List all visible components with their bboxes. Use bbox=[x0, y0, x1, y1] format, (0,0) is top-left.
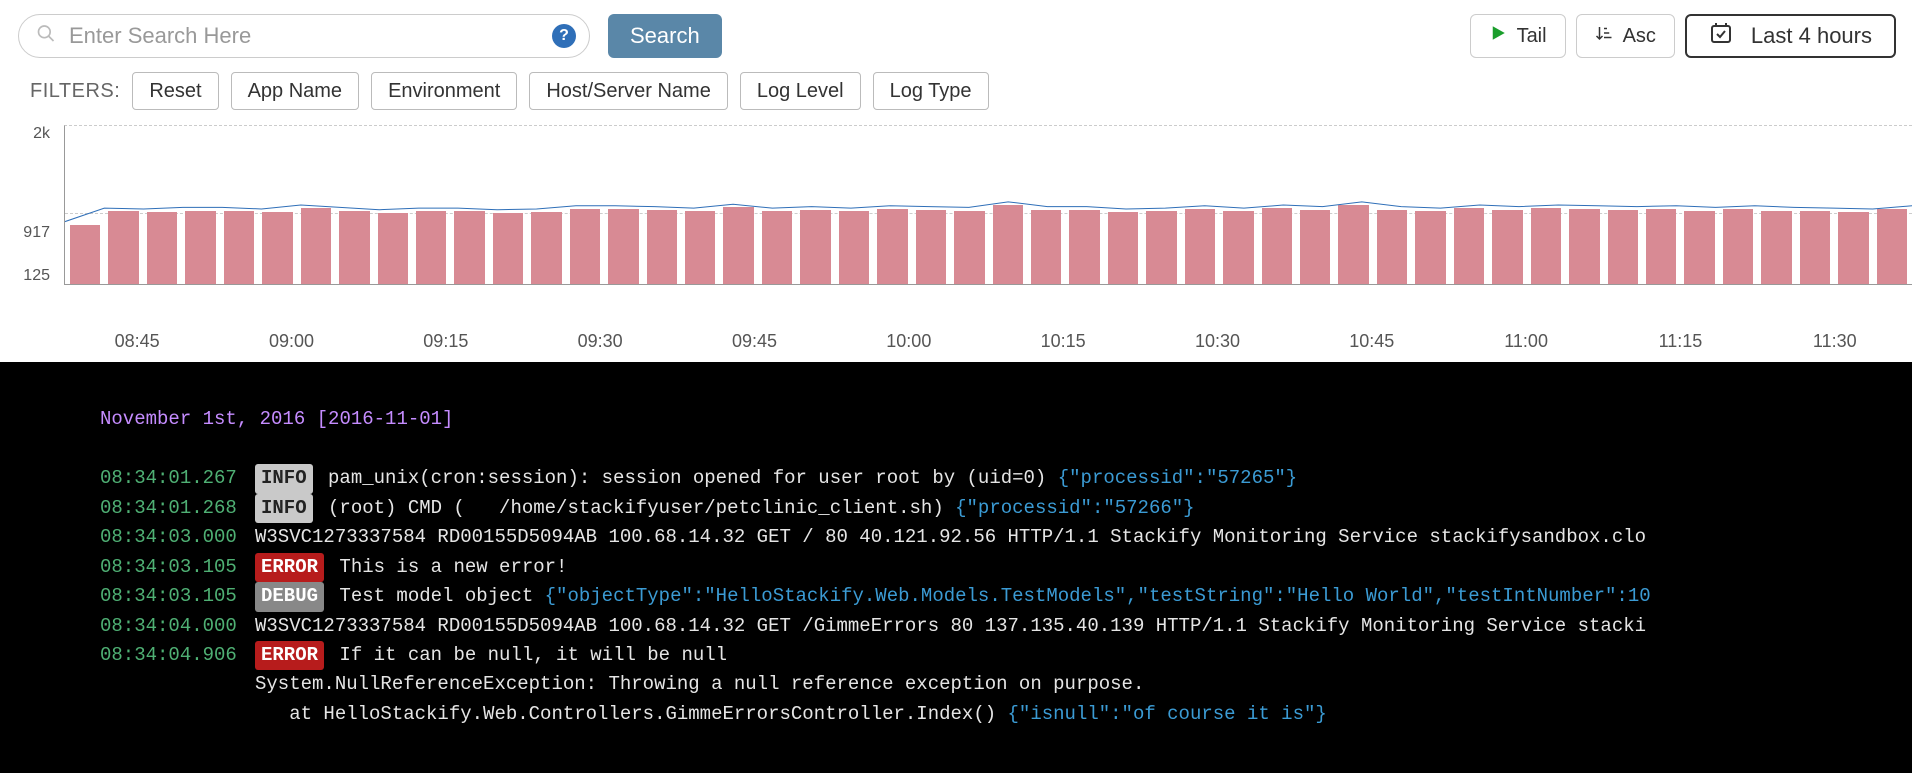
log-message: This is a new error! bbox=[339, 556, 567, 578]
filters-label: FILTERS: bbox=[30, 80, 120, 103]
log-timestamp: 08:34:03.000 bbox=[100, 523, 255, 552]
log-level-badge: INFO bbox=[255, 494, 313, 523]
log-row[interactable]: 08:34:01.267INFO pam_unix(cron:session):… bbox=[100, 464, 1912, 493]
log-message: W3SVC1273337584 RD00155D5094AB 100.68.14… bbox=[255, 526, 1646, 548]
filter-host[interactable]: Host/Server Name bbox=[529, 72, 728, 110]
log-row[interactable]: 08:34:03.000W3SVC1273337584 RD00155D5094… bbox=[100, 523, 1912, 552]
log-timestamp: 08:34:01.267 bbox=[100, 464, 255, 493]
chart-line bbox=[65, 202, 1912, 222]
log-level-badge: DEBUG bbox=[255, 582, 324, 611]
log-level-badge: INFO bbox=[255, 464, 313, 493]
xtick: 11:30 bbox=[1758, 331, 1912, 352]
log-panel: November 1st, 2016 [2016-11-01] 08:34:01… bbox=[0, 362, 1912, 773]
log-date-header: November 1st, 2016 [2016-11-01] bbox=[100, 405, 1912, 434]
xtick: 10:00 bbox=[832, 331, 986, 352]
log-json: {"isnull":"of course it is"} bbox=[1008, 703, 1327, 725]
log-row[interactable]: 08:34:04.906ERROR If it can be null, it … bbox=[100, 641, 1912, 670]
filter-environment[interactable]: Environment bbox=[371, 72, 517, 110]
log-timestamp: 08:34:03.105 bbox=[100, 582, 255, 611]
log-timestamp: 08:34:01.268 bbox=[100, 494, 255, 523]
calendar-check-icon bbox=[1709, 21, 1733, 51]
xtick: 08:45 bbox=[60, 331, 214, 352]
xtick: 10:15 bbox=[986, 331, 1140, 352]
time-range-label: Last 4 hours bbox=[1751, 23, 1872, 49]
ytick: 917 bbox=[10, 224, 50, 242]
log-message: pam_unix(cron:session): session opened f… bbox=[328, 467, 1058, 489]
log-timestamp: 08:34:04.906 bbox=[100, 641, 255, 670]
search-container: ? bbox=[18, 14, 590, 58]
log-message: W3SVC1273337584 RD00155D5094AB 100.68.14… bbox=[255, 615, 1646, 637]
chart-y-axis: 2k 917 125 bbox=[10, 125, 50, 285]
ytick: 125 bbox=[10, 267, 50, 285]
log-row[interactable]: 08:34:04.000W3SVC1273337584 RD00155D5094… bbox=[100, 612, 1912, 641]
log-message: Test model object bbox=[339, 585, 544, 607]
reset-button[interactable]: Reset bbox=[132, 72, 218, 110]
xtick: 09:30 bbox=[523, 331, 677, 352]
log-message: (root) CMD ( /home/stackifyuser/petclini… bbox=[328, 497, 955, 519]
log-message: If it can be null, it will be null bbox=[339, 644, 727, 666]
log-json: {"processid":"57266"} bbox=[955, 497, 1194, 519]
tail-button[interactable]: Tail bbox=[1470, 14, 1566, 58]
search-input[interactable] bbox=[18, 14, 590, 58]
search-icon bbox=[36, 24, 56, 49]
filter-app-name[interactable]: App Name bbox=[231, 72, 360, 110]
tail-label: Tail bbox=[1517, 25, 1547, 48]
log-row[interactable]: 08:34:01.268INFO (root) CMD ( /home/stac… bbox=[100, 494, 1912, 523]
log-json: {"objectType":"HelloStackify.Web.Models.… bbox=[545, 585, 1651, 607]
filter-log-type[interactable]: Log Type bbox=[873, 72, 989, 110]
log-json: {"processid":"57265"} bbox=[1058, 467, 1297, 489]
filter-log-level[interactable]: Log Level bbox=[740, 72, 861, 110]
log-level-badge: ERROR bbox=[255, 553, 324, 582]
chart-area: 2k 917 125 bbox=[0, 125, 1912, 325]
ytick: 2k bbox=[10, 125, 50, 143]
search-button[interactable]: Search bbox=[608, 14, 722, 58]
filter-row: FILTERS: Reset App Name Environment Host… bbox=[0, 72, 1912, 120]
chart-x-axis: 08:4509:0009:1509:3009:4510:0010:1510:30… bbox=[0, 331, 1912, 352]
xtick: 10:30 bbox=[1140, 331, 1294, 352]
asc-label: Asc bbox=[1623, 25, 1656, 48]
xtick: 10:45 bbox=[1295, 331, 1449, 352]
xtick: 11:00 bbox=[1449, 331, 1603, 352]
log-trace-line: at HelloStackify.Web.Controllers.GimmeEr… bbox=[100, 700, 1912, 729]
sort-asc-button[interactable]: Asc bbox=[1576, 14, 1675, 58]
xtick: 09:15 bbox=[369, 331, 523, 352]
play-icon bbox=[1489, 24, 1507, 48]
log-row[interactable]: 08:34:03.105ERROR This is a new error! bbox=[100, 553, 1912, 582]
log-timestamp: 08:34:04.000 bbox=[100, 612, 255, 641]
chart-plot[interactable] bbox=[64, 125, 1912, 285]
time-range-dropdown[interactable]: Last 4 hours bbox=[1685, 14, 1896, 58]
log-trace-line: System.NullReferenceException: Throwing … bbox=[100, 670, 1912, 699]
xtick: 09:00 bbox=[214, 331, 368, 352]
help-icon[interactable]: ? bbox=[552, 24, 576, 48]
sort-icon bbox=[1595, 24, 1613, 48]
log-row[interactable]: 08:34:03.105DEBUG Test model object {"ob… bbox=[100, 582, 1912, 611]
log-level-badge: ERROR bbox=[255, 641, 324, 670]
xtick: 09:45 bbox=[677, 331, 831, 352]
xtick: 11:15 bbox=[1603, 331, 1757, 352]
log-timestamp: 08:34:03.105 bbox=[100, 553, 255, 582]
